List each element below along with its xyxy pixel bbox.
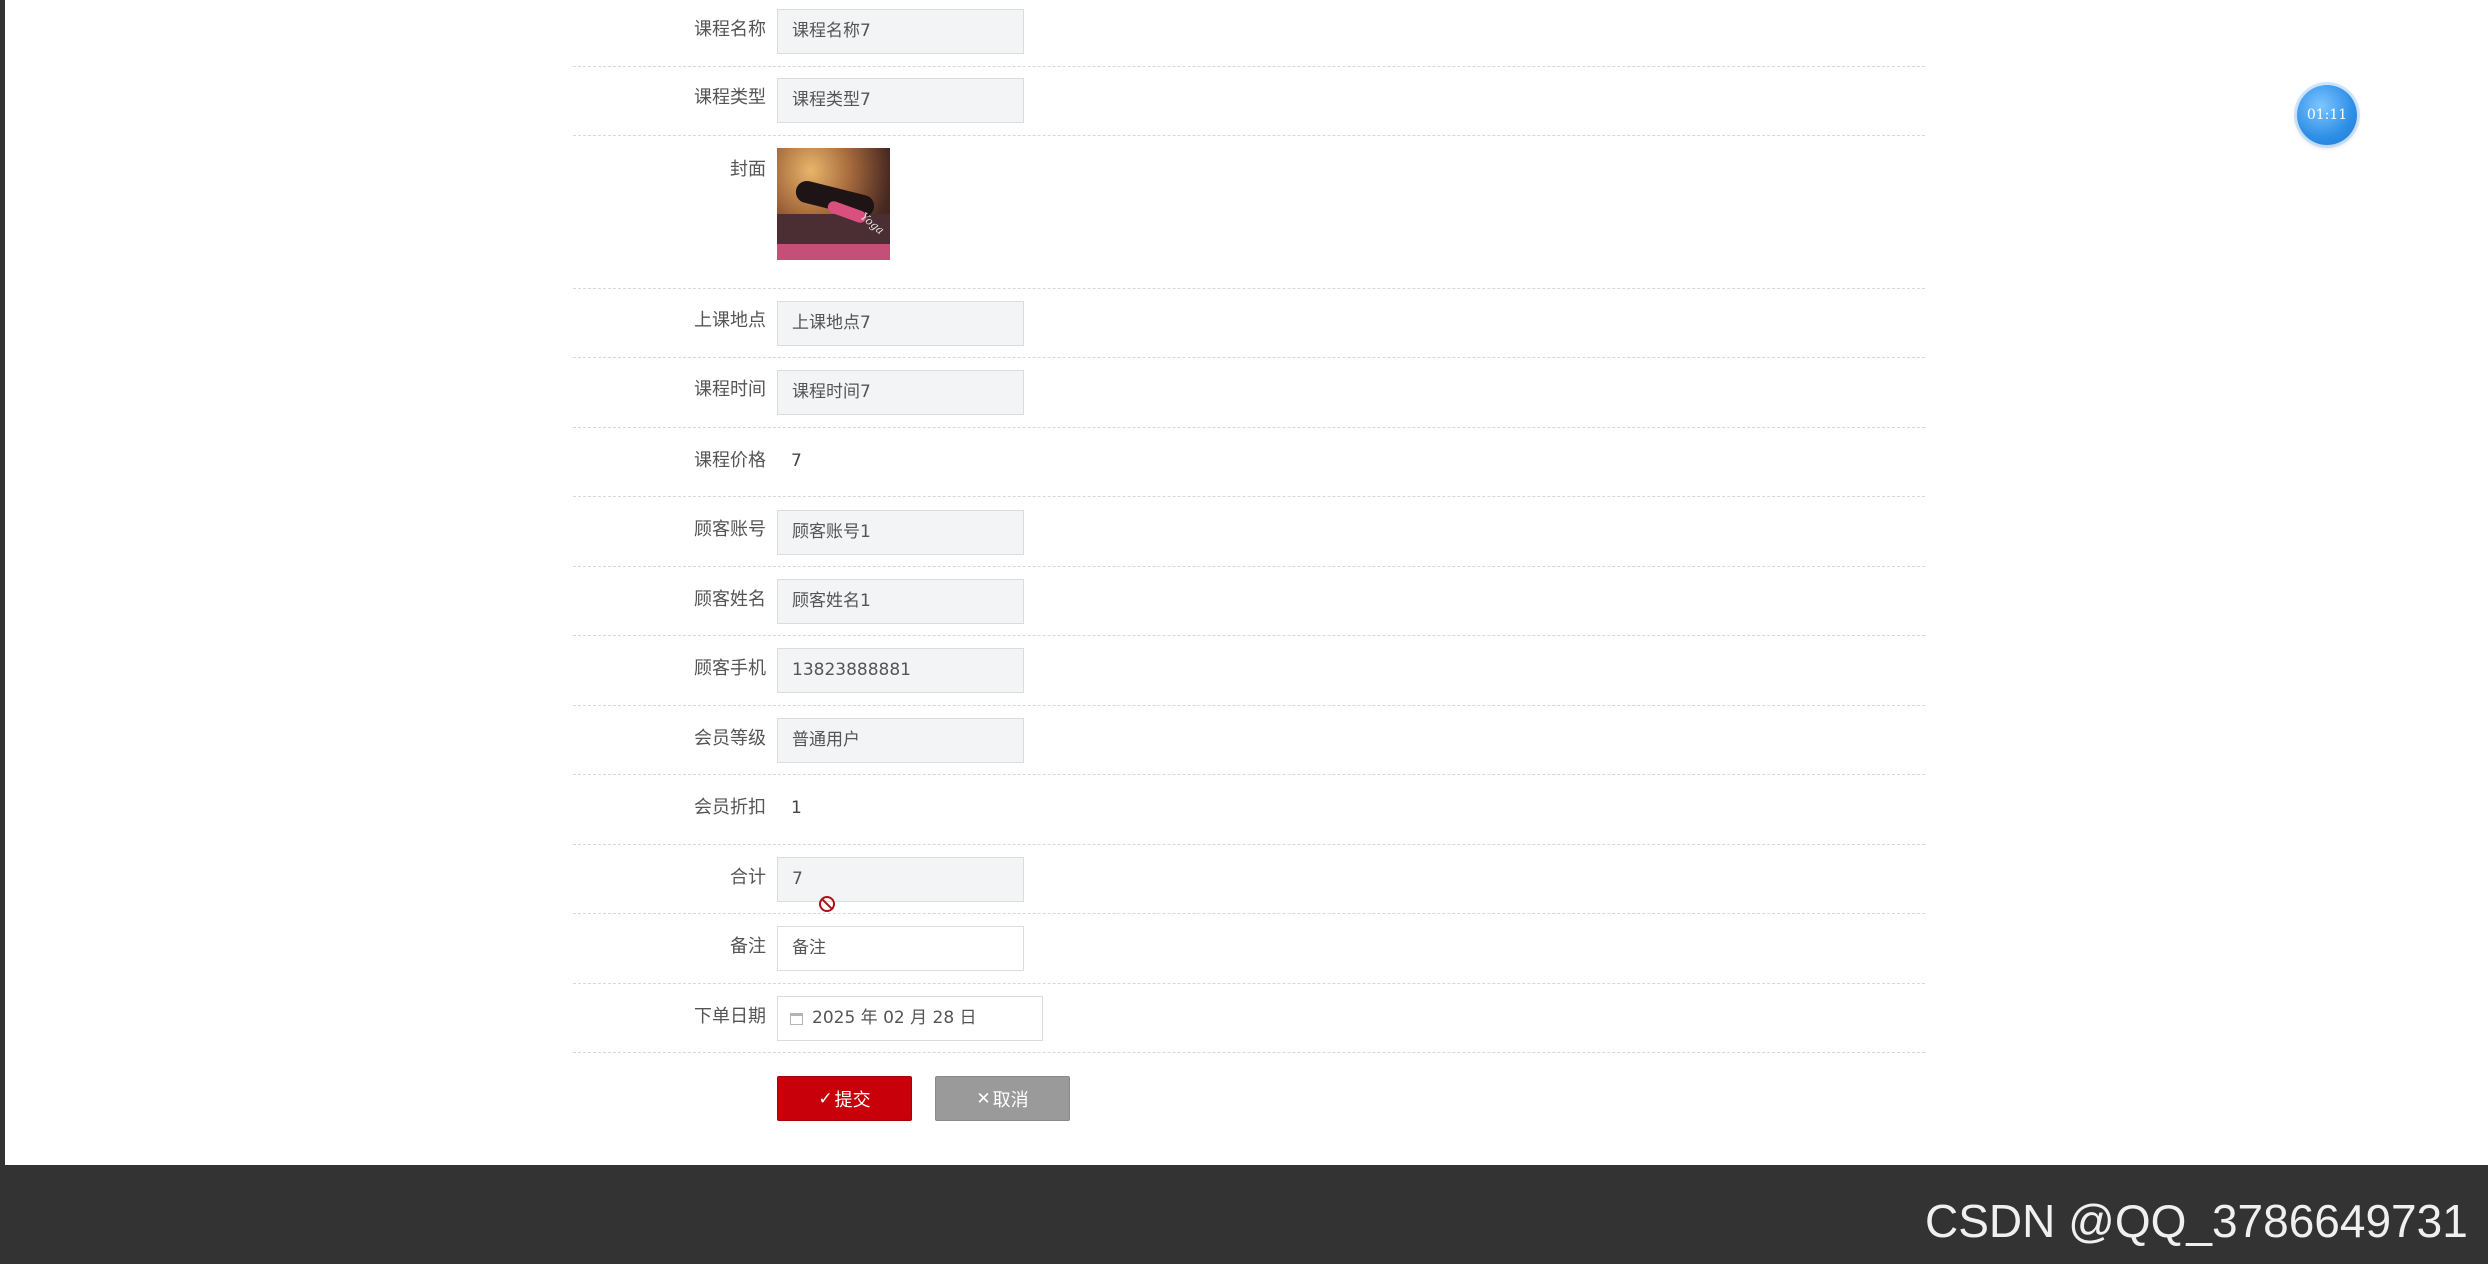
watermark-text: CSDN @QQ_3786649731 [1925, 1195, 2468, 1247]
location-label: 上课地点 [694, 310, 766, 331]
customer-name-label: 顾客姓名 [694, 589, 766, 610]
check-icon: ✓ [818, 1088, 833, 1109]
row-location: 上课地点 上课地点7 [573, 289, 1925, 358]
order-date-field[interactable]: 2025 年 02 月 28 日 [777, 996, 1043, 1041]
row-customer-phone: 顾客手机 13823888881 [573, 636, 1925, 706]
timer-bubble[interactable]: 01:11 [2297, 85, 2357, 145]
row-course-type: 课程类型 课程类型7 [573, 67, 1925, 136]
row-member-level: 会员等级 普通用户 [573, 706, 1925, 775]
member-discount-label: 会员折扣 [694, 797, 766, 818]
location-field[interactable]: 上课地点7 [777, 301, 1024, 346]
course-type-field[interactable]: 课程类型7 [777, 78, 1024, 123]
course-price-value: 7 [791, 451, 802, 471]
total-field[interactable]: 7 [777, 857, 1024, 902]
member-level-field[interactable]: 普通用户 [777, 718, 1024, 763]
course-name-label: 课程名称 [694, 19, 766, 40]
member-level-label: 会员等级 [694, 728, 766, 749]
total-label: 合计 [730, 867, 766, 888]
remark-field[interactable]: 备注 [777, 926, 1024, 971]
row-course-name: 课程名称 课程名称7 [573, 0, 1925, 67]
cover-image[interactable]: Yoga [777, 148, 890, 260]
row-course-time: 课程时间 课程时间7 [573, 358, 1925, 428]
course-name-field[interactable]: 课程名称7 [777, 9, 1024, 54]
remark-label: 备注 [730, 936, 766, 957]
form-panel: 课程名称 课程名称7 课程类型 课程类型7 封面 Yoga 上课地点 上课地点7… [5, 0, 2488, 1165]
customer-account-field[interactable]: 顾客账号1 [777, 510, 1024, 555]
order-date-label: 下单日期 [694, 1006, 766, 1027]
customer-phone-field[interactable]: 13823888881 [777, 648, 1024, 693]
course-price-label: 课程价格 [694, 450, 766, 471]
cancel-button[interactable]: ✕ 取消 [935, 1076, 1070, 1121]
member-discount-value: 1 [791, 798, 802, 818]
customer-phone-label: 顾客手机 [694, 658, 766, 679]
order-date-value: 2025 年 02 月 28 日 [812, 1008, 977, 1028]
row-cover: 封面 Yoga [573, 136, 1925, 289]
row-member-discount: 会员折扣 1 [573, 775, 1925, 845]
submit-button[interactable]: ✓ 提交 [777, 1076, 912, 1121]
not-allowed-cursor-icon [819, 896, 835, 912]
row-order-date: 下单日期 2025 年 02 月 28 日 [573, 984, 1925, 1053]
customer-account-label: 顾客账号 [694, 519, 766, 540]
course-time-label: 课程时间 [694, 379, 766, 400]
course-type-label: 课程类型 [694, 87, 766, 108]
cover-label: 封面 [730, 159, 766, 180]
cancel-label: 取消 [992, 1089, 1029, 1111]
customer-name-field[interactable]: 顾客姓名1 [777, 579, 1024, 624]
course-time-field[interactable]: 课程时间7 [777, 370, 1024, 415]
row-customer-name: 顾客姓名 顾客姓名1 [573, 567, 1925, 636]
calendar-icon [790, 1012, 803, 1025]
row-remark: 备注 备注 [573, 914, 1925, 984]
row-total: 合计 7 [573, 845, 1925, 914]
close-icon: ✕ [976, 1088, 991, 1109]
row-customer-account: 顾客账号 顾客账号1 [573, 497, 1925, 567]
submit-label: 提交 [834, 1089, 871, 1111]
row-course-price: 课程价格 7 [573, 428, 1925, 497]
